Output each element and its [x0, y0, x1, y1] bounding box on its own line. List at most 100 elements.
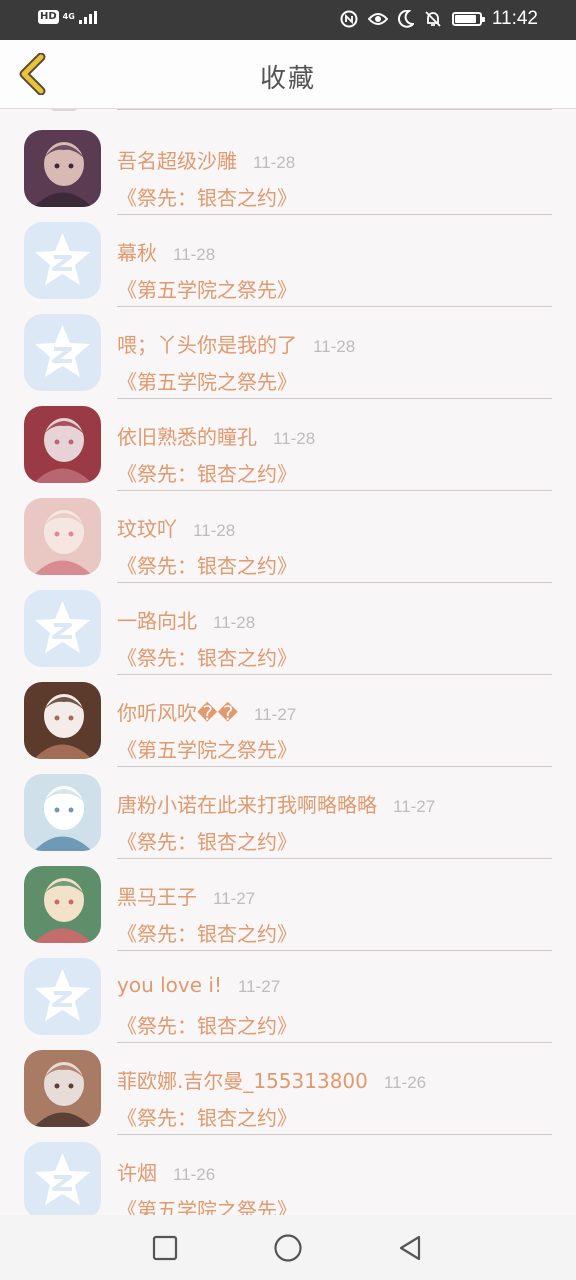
list-item[interactable]: 吾名超级沙雕 11-28 《祭先：银杏之约》	[0, 121, 576, 215]
item-header: 玟玟吖 11-28	[117, 513, 235, 542]
user-avatar[interactable]	[24, 1050, 101, 1127]
qzone-star-icon	[24, 1142, 101, 1215]
network-type: 4G	[62, 12, 75, 21]
battery-icon	[451, 12, 485, 26]
user-name[interactable]: 黑马王子	[117, 881, 197, 910]
favorites-list[interactable]: 吾名超级沙雕 11-28 《祭先：银杏之约》 幕秋 11-28 《第五学院之祭先》 喂；丫头…	[0, 109, 576, 1215]
user-avatar[interactable]	[24, 222, 101, 299]
item-header: 唐粉小诺在此来打我啊略略略 11-27	[117, 789, 435, 818]
user-name[interactable]: 你听风吹��	[117, 697, 238, 726]
user-avatar[interactable]	[24, 406, 101, 483]
user-name[interactable]: 玟玟吖	[117, 513, 177, 542]
list-item[interactable]: 菲欧娜.吉尔曼_155313800 11-26 《祭先：银杏之约》	[0, 1041, 576, 1135]
user-name[interactable]: you love i!	[117, 973, 222, 997]
square-icon	[152, 1235, 178, 1261]
circle-icon	[274, 1234, 302, 1262]
status-right: 11:42	[340, 8, 538, 30]
game-title[interactable]: 《第五学院之祭先》	[117, 1194, 297, 1215]
user-name[interactable]: 唐粉小诺在此来打我啊略略略	[117, 789, 377, 818]
user-avatar[interactable]	[24, 498, 101, 575]
eye-icon	[367, 13, 388, 25]
item-date: 11-28	[213, 613, 256, 632]
user-avatar[interactable]	[24, 866, 101, 943]
user-name[interactable]: 吾名超级沙雕	[117, 145, 237, 174]
list-item[interactable]: 依旧熟悉的瞳孔 11-28 《祭先：银杏之约》	[0, 397, 576, 491]
game-title[interactable]: 《祭先：银杏之约》	[117, 918, 297, 947]
anime-avatar-image	[24, 682, 101, 759]
clock: 11:42	[491, 8, 538, 29]
user-avatar[interactable]	[24, 958, 101, 1035]
list-peek	[0, 109, 576, 121]
list-item[interactable]: 许烟 11-26 《第五学院之祭先》	[0, 1133, 576, 1215]
item-date: 11-27	[393, 797, 436, 816]
game-title[interactable]: 《第五学院之祭先》	[117, 274, 297, 303]
user-avatar[interactable]	[24, 314, 101, 391]
item-header: 幕秋 11-28	[117, 237, 215, 266]
user-avatar[interactable]	[24, 682, 101, 759]
anime-avatar-image	[24, 406, 101, 483]
user-avatar[interactable]	[24, 590, 101, 667]
recent-apps-button[interactable]	[148, 1231, 182, 1265]
game-title[interactable]: 《祭先：银杏之约》	[117, 458, 297, 487]
qzone-star-icon	[24, 222, 101, 299]
qzone-star-icon	[24, 958, 101, 1035]
user-name[interactable]: 菲欧娜.吉尔曼_155313800	[117, 1065, 368, 1094]
user-avatar[interactable]	[24, 1142, 101, 1215]
game-title[interactable]: 《祭先：银杏之约》	[117, 550, 297, 579]
item-header: 依旧熟悉的瞳孔 11-28	[117, 421, 315, 450]
bell-off-icon	[425, 11, 441, 27]
list-item[interactable]: you love i! 11-27 《祭先：银杏之约》	[0, 949, 576, 1043]
page-title: 收藏	[259, 64, 316, 94]
qzone-star-icon	[24, 314, 101, 391]
game-title[interactable]: 《祭先：银杏之约》	[117, 826, 297, 855]
list-item[interactable]: 黑马王子 11-27 《祭先：银杏之约》	[0, 857, 576, 951]
home-button[interactable]	[271, 1231, 305, 1265]
game-title[interactable]: 《祭先：银杏之约》	[117, 1102, 297, 1131]
user-name[interactable]: 一路向北	[117, 605, 197, 634]
nav-back-button[interactable]	[393, 1231, 427, 1265]
game-title[interactable]: 《祭先：银杏之约》	[117, 642, 297, 671]
anime-avatar-image	[24, 774, 101, 851]
anime-avatar-image	[24, 498, 101, 575]
game-title[interactable]: 《第五学院之祭先》	[117, 734, 297, 763]
item-date: 11-28	[193, 521, 236, 540]
user-name[interactable]: 幕秋	[117, 237, 157, 266]
item-date: 11-27	[254, 705, 297, 724]
item-header: 你听风吹�� 11-27	[117, 697, 296, 726]
list-item[interactable]: 玟玟吖 11-28 《祭先：银杏之约》	[0, 489, 576, 583]
item-date: 11-28	[273, 429, 316, 448]
user-avatar[interactable]	[24, 774, 101, 851]
signal-icon	[78, 10, 97, 24]
divider	[117, 109, 552, 110]
item-date: 11-26	[383, 1073, 427, 1092]
moon-icon	[397, 10, 414, 28]
anime-avatar-image	[24, 866, 101, 943]
list-item[interactable]: 幕秋 11-28 《第五学院之祭先》	[0, 213, 576, 307]
qzone-star-icon	[24, 590, 101, 667]
status-left: HD 4G	[38, 10, 97, 24]
list-item[interactable]: 你听风吹�� 11-27 《第五学院之祭先》	[0, 673, 576, 767]
list-item[interactable]: 喂；丫头你是我的了 11-28 《第五学院之祭先》	[0, 305, 576, 399]
list-item[interactable]: 一路向北 11-28 《祭先：银杏之约》	[0, 581, 576, 675]
list-item[interactable]: 唐粉小诺在此来打我啊略略略 11-27 《祭先：银杏之约》	[0, 765, 576, 859]
item-header: 菲欧娜.吉尔曼_155313800 11-26	[117, 1065, 426, 1094]
nfc-icon	[340, 10, 358, 28]
user-name[interactable]: 依旧熟悉的瞳孔	[117, 421, 257, 450]
item-date: 11-26	[173, 1165, 216, 1184]
user-avatar[interactable]	[24, 130, 101, 207]
item-header: 喂；丫头你是我的了 11-28	[117, 329, 355, 358]
item-date: 11-27	[213, 889, 256, 908]
item-header: 吾名超级沙雕 11-28	[117, 145, 295, 174]
user-name[interactable]: 许烟	[117, 1157, 157, 1186]
user-name[interactable]: 喂；丫头你是我的了	[117, 329, 297, 358]
anime-avatar-image	[24, 1050, 101, 1127]
partial-avatar	[48, 109, 80, 111]
game-title[interactable]: 《第五学院之祭先》	[117, 366, 297, 395]
game-title[interactable]: 《祭先：银杏之约》	[117, 182, 297, 211]
game-title[interactable]: 《祭先：银杏之约》	[117, 1010, 297, 1039]
item-date: 11-27	[237, 977, 281, 996]
item-header: 许烟 11-26	[117, 1157, 215, 1186]
triangle-back-icon	[399, 1235, 421, 1261]
item-date: 11-28	[173, 245, 216, 264]
system-nav-bar	[0, 1215, 576, 1280]
